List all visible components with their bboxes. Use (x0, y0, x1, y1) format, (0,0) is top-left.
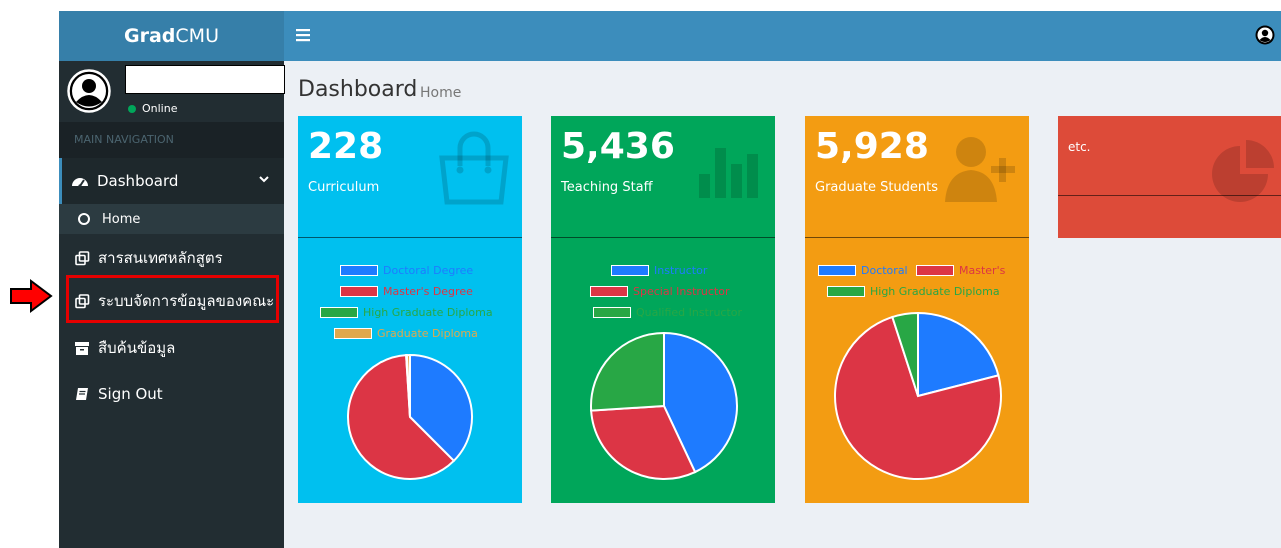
legend-item: Graduate Diploma (334, 327, 478, 340)
legend-swatch (590, 286, 628, 297)
user-plus-icon (945, 137, 1015, 202)
box-divider (1058, 195, 1281, 196)
sidebar-item-label: สารสนเทศหลักสูตร (98, 249, 223, 267)
legend-item: High Graduate Diploma (827, 285, 1000, 298)
pie-slice (590, 331, 665, 412)
stat-box-teaching-staff: 5,436 Teaching Staff Instructor Special … (551, 116, 775, 503)
stat-value: 5,436 (561, 126, 675, 167)
legend-label: Master's Degree (383, 285, 473, 298)
legend-swatch (340, 265, 378, 276)
legend-label: Qualified Instructor (636, 306, 743, 319)
pie-chart-curriculum (347, 353, 473, 480)
stat-label: Teaching Staff (561, 180, 653, 195)
sidebar-item-sign-out[interactable]: Sign Out (59, 374, 284, 414)
legend-label: Instructor (654, 264, 708, 277)
legend-item: Master's Degree (340, 285, 473, 298)
sidebar-item-home-label: Home (102, 211, 141, 227)
box-divider (805, 237, 1029, 238)
legend-item: Qualified Instructor (593, 306, 742, 319)
legend-swatch (827, 286, 865, 297)
logo-rest: CMU (175, 25, 219, 47)
pie-chart-graduate-students (834, 311, 1002, 480)
stat-label: Curriculum (308, 180, 380, 195)
sidebar-item-search[interactable]: สืบค้นข้อมูล (59, 328, 284, 368)
legend-item: Doctoral (818, 264, 908, 277)
legend-item: Master's (916, 264, 1005, 277)
legend-swatch (334, 328, 372, 339)
top-navbar (284, 11, 1281, 61)
stat-box-curriculum: 228 Curriculum Doctoral Degree Master's … (298, 116, 522, 503)
stat-value: 228 (308, 126, 384, 167)
chevron-down-icon (259, 176, 269, 183)
sidebar-item-home[interactable]: Home (59, 204, 284, 234)
user-name-redacted (125, 65, 285, 94)
stat-label: Graduate Students (815, 180, 939, 195)
legend-item: Instructor (611, 264, 707, 277)
legend-label: High Graduate Diploma (363, 306, 493, 319)
stat-box-etc: etc. (1058, 116, 1281, 238)
page-title: Dashboard (298, 77, 418, 102)
user-avatar-icon (67, 69, 111, 113)
legend-item: Doctoral Degree (340, 264, 473, 277)
legend-swatch (340, 286, 378, 297)
legend-label: Master's (959, 264, 1006, 277)
box-divider (551, 237, 775, 238)
legend-swatch (916, 265, 954, 276)
app-window: Grad CMU Online MAIN NAVIGATION Dashboard (59, 11, 1281, 548)
shopping-bag-icon (439, 131, 509, 205)
legend-swatch (320, 307, 358, 318)
nav-header: MAIN NAVIGATION (59, 122, 284, 158)
pointer-arrow-icon (10, 279, 53, 313)
legend-label: High Graduate Diploma (870, 285, 1000, 298)
user-account-icon[interactable] (1255, 25, 1275, 45)
pie-chart-icon (1212, 140, 1274, 202)
box-divider (298, 237, 522, 238)
legend-label: Doctoral (861, 264, 908, 277)
clone-icon (74, 250, 90, 266)
bar-chart-icon (699, 148, 758, 198)
legend-swatch (611, 265, 649, 276)
online-status: Online (128, 102, 177, 115)
stat-value: 5,928 (815, 126, 929, 167)
sidebar-item-dashboard[interactable]: Dashboard (59, 158, 284, 204)
sidebar-item-label: Sign Out (98, 385, 163, 403)
circle-icon (78, 213, 90, 225)
sidebar: Grad CMU Online MAIN NAVIGATION Dashboard (59, 11, 285, 548)
highlight-box (66, 275, 279, 323)
legend-label: Graduate Diploma (377, 327, 478, 340)
dashboard-icon (71, 174, 89, 188)
legend-item: Special Instructor (590, 285, 730, 298)
online-dot-icon (128, 104, 136, 113)
sidebar-item-curriculum-info[interactable]: สารสนเทศหลักสูตร (59, 238, 284, 278)
sidebar-item-label: สืบค้นข้อมูล (98, 339, 176, 357)
logo[interactable]: Grad CMU (59, 11, 284, 61)
legend-swatch (818, 265, 856, 276)
sidebar-item-dashboard-label: Dashboard (97, 172, 179, 190)
logo-bold: Grad (124, 25, 176, 47)
legend-label: Doctoral Degree (383, 264, 474, 277)
menu-toggle-icon[interactable] (296, 28, 310, 42)
stat-label: etc. (1068, 140, 1091, 154)
page-subtitle: Home (420, 85, 462, 101)
legend-item: High Graduate Diploma (320, 306, 493, 319)
legend-label: Special Instructor (633, 285, 730, 298)
archive-icon (74, 341, 90, 355)
online-label: Online (142, 102, 178, 115)
book-icon (74, 387, 90, 401)
user-panel: Online (59, 61, 285, 122)
legend-swatch (593, 307, 631, 318)
stat-box-graduate-students: 5,928 Graduate Students Doctoral Master'… (805, 116, 1029, 503)
pie-chart-teaching-staff (590, 331, 738, 480)
